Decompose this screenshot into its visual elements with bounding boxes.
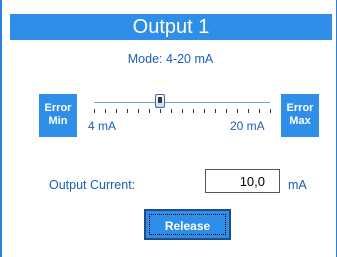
slider-tick: [237, 109, 238, 113]
slider-tick: [204, 109, 205, 113]
mode-text: Mode: 4-20 mA: [127, 52, 214, 66]
slider-tick: [193, 109, 194, 113]
slider-tick: [116, 109, 117, 113]
error-min-line2: Min: [48, 115, 68, 127]
error-max-line1: Error: [286, 102, 314, 114]
output-panel: Output 1 Mode: 4-20 mA Error Min 4 mA 20…: [0, 0, 337, 257]
slider-max-label: 20 mA: [230, 119, 265, 133]
slider-tick: [149, 109, 150, 113]
output-current-label: Output Current:: [49, 178, 136, 192]
slider-tick: [138, 109, 139, 113]
slider-tick: [226, 109, 227, 113]
release-button-label: Release: [149, 214, 226, 235]
slider-track: [94, 102, 270, 103]
slider-tick: [182, 109, 183, 113]
slider-ticks: [94, 109, 272, 115]
error-max-button[interactable]: Error Max: [281, 94, 319, 137]
slider-tick: [94, 109, 95, 113]
output-current-unit: mA: [288, 178, 307, 192]
output-current-input[interactable]: [205, 169, 280, 193]
error-min-line1: Error: [44, 102, 72, 114]
slider-tick: [270, 109, 271, 113]
release-button[interactable]: Release: [144, 209, 231, 240]
slider-tick: [215, 109, 216, 113]
slider-tick: [127, 109, 128, 113]
slider-thumb[interactable]: [155, 94, 165, 108]
slider-tick: [259, 109, 260, 113]
panel-title: Output 1: [10, 14, 332, 40]
slider-min-label: 4 mA: [88, 119, 117, 133]
slider-tick: [171, 109, 172, 113]
error-max-line2: Max: [289, 115, 311, 127]
slider-tick: [105, 109, 106, 113]
error-min-button[interactable]: Error Min: [39, 94, 77, 137]
slider-tick: [248, 109, 249, 113]
slider-tick: [160, 109, 161, 113]
